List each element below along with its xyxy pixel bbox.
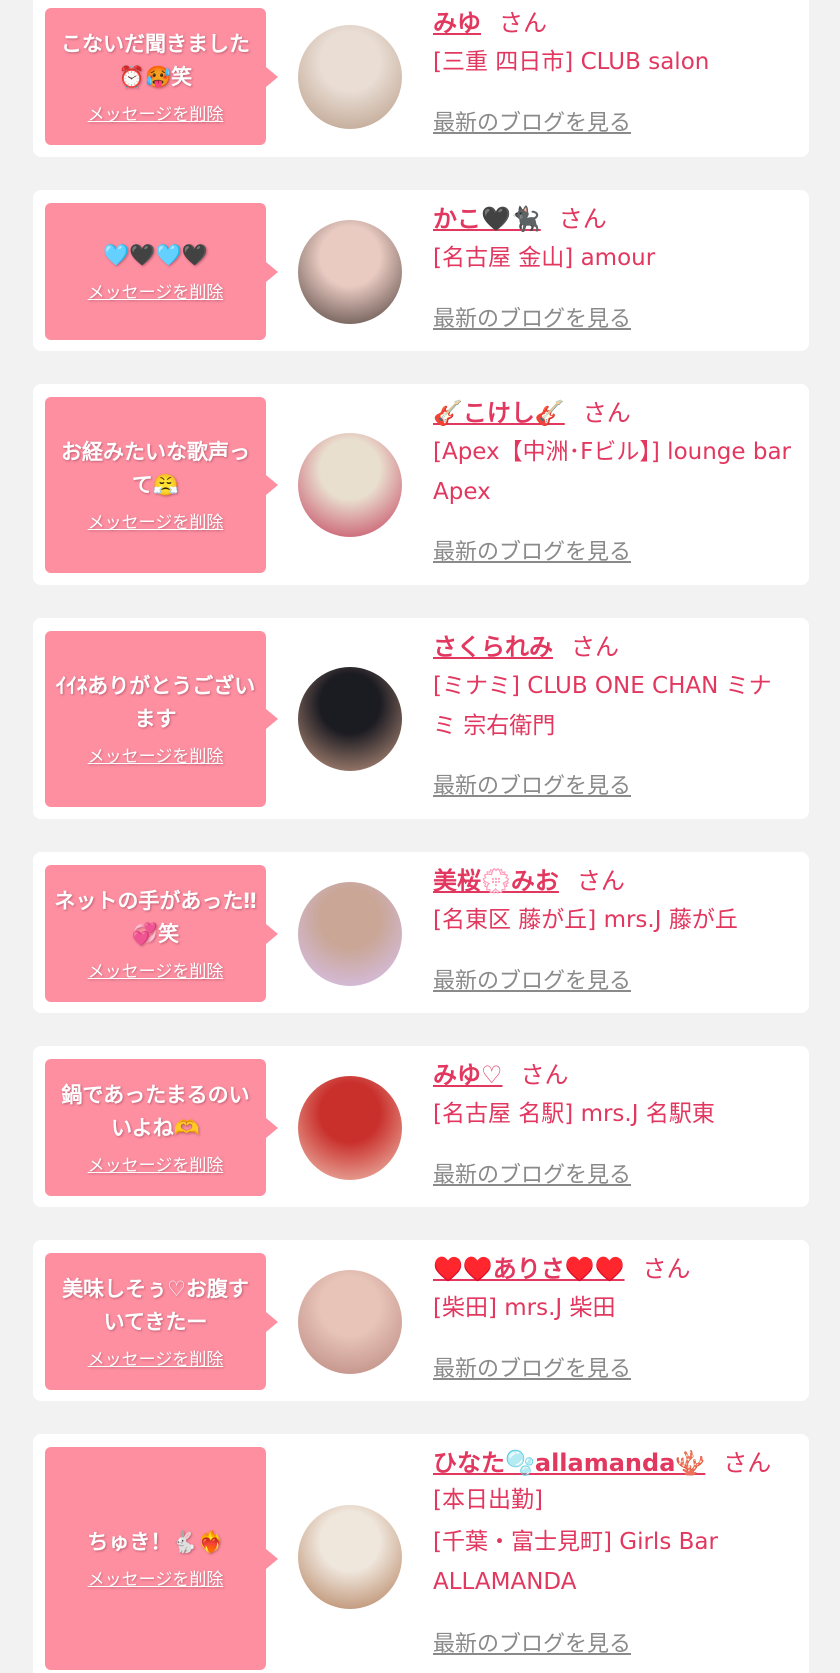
latest-blog-link[interactable]: 最新のブログを見る — [433, 968, 631, 996]
message-bubble: ちゅき！🐇❤️‍🔥 メッセージを削除 — [45, 1447, 278, 1670]
list-item: ネットの手があった‼︎💞笑 メッセージを削除 美桜💮みお さん [名東区 藤が丘]… — [33, 852, 809, 1013]
profile-info: みゆ さん [三重 四日市] CLUB salon — [433, 6, 793, 82]
avatar[interactable] — [298, 433, 402, 537]
shop-name: [ミナミ] CLUB ONE CHAN ミナミ 宗右衛門 — [433, 673, 772, 739]
honorific: さん — [499, 9, 547, 37]
message-text: 🩵🖤🩵🖤 — [103, 243, 208, 267]
shop-name: [Apex【中洲･Fビル】] lounge bar Apex — [433, 439, 792, 505]
list-item: 美味しそぅ♡お腹すいてきたー メッセージを削除 ♥️♥️ありさ♥️♥️ さん [柴… — [33, 1240, 809, 1401]
avatar[interactable] — [298, 667, 402, 771]
message-bubble: 🩵🖤🩵🖤 メッセージを削除 — [45, 203, 278, 340]
delete-message-link[interactable]: メッセージを削除 — [88, 1349, 224, 1371]
profile-info: ひなた🫧allamanda🪸 さん [本日出勤] [千葉・富士見町] Girls … — [433, 1446, 793, 1602]
shop-name: [千葉・富士見町] Girls Bar ALLAMANDA — [433, 1529, 718, 1595]
shop-name: [名古屋 金山] amour — [433, 245, 656, 271]
profile-name-link[interactable]: かこ🖤🐈‍⬛ — [433, 205, 541, 233]
avatar[interactable] — [298, 220, 402, 324]
message-text: ｲｲﾈありがとうございます — [55, 674, 256, 731]
profile-info: 美桜💮みお さん [名東区 藤が丘] mrs.J 藤が丘 — [433, 864, 793, 940]
avatar[interactable] — [298, 1270, 402, 1374]
message-text: 鍋であったまるのいいよね🫶 — [61, 1082, 250, 1140]
latest-blog-link[interactable]: 最新のブログを見る — [433, 306, 631, 334]
latest-blog-link[interactable]: 最新のブログを見る — [433, 1356, 631, 1384]
latest-blog-link[interactable]: 最新のブログを見る — [433, 773, 631, 801]
profile-name-link[interactable]: ひなた🫧allamanda🪸 — [433, 1449, 705, 1477]
delete-message-link[interactable]: メッセージを削除 — [88, 282, 224, 304]
message-text: ちゅき！🐇❤️‍🔥 — [87, 1530, 224, 1554]
delete-message-link[interactable]: メッセージを削除 — [88, 104, 224, 126]
message-bubble: 美味しそぅ♡お腹すいてきたー メッセージを削除 — [45, 1253, 278, 1390]
profile-name-link[interactable]: 🎸こけし🎸 — [433, 399, 565, 427]
profile-name-link[interactable]: ♥️♥️ありさ♥️♥️ — [433, 1255, 625, 1283]
latest-blog-link[interactable]: 最新のブログを見る — [433, 1631, 631, 1659]
delete-message-link[interactable]: メッセージを削除 — [88, 1155, 224, 1177]
latest-blog-link[interactable]: 最新のブログを見る — [433, 1162, 631, 1190]
profile-info: 🎸こけし🎸 さん [Apex【中洲･Fビル】] lounge bar Apex — [433, 396, 793, 512]
message-text: 美味しそぅ♡お腹すいてきたー — [62, 1276, 249, 1334]
latest-blog-link[interactable]: 最新のブログを見る — [433, 110, 631, 138]
message-bubble: こないだ聞きました⏰🥵笑 メッセージを削除 — [45, 8, 278, 145]
profile-name-link[interactable]: 美桜💮みお — [433, 867, 559, 895]
honorific: さん — [723, 1449, 772, 1477]
shop-name: [名古屋 名駅] mrs.J 名駅東 — [433, 1101, 715, 1127]
shop-name: [名東区 藤が丘] mrs.J 藤が丘 — [433, 907, 738, 933]
shop-name: [柴田] mrs.J 柴田 — [433, 1295, 616, 1321]
honorific: さん — [571, 633, 619, 661]
profile-name-link[interactable]: みゆ — [433, 9, 481, 37]
delete-message-link[interactable]: メッセージを削除 — [88, 961, 224, 983]
message-text: こないだ聞きました⏰🥵笑 — [61, 31, 250, 89]
profile-info: さくられみ さん [ミナミ] CLUB ONE CHAN ミナミ 宗右衛門 — [433, 630, 793, 746]
profile-info: ♥️♥️ありさ♥️♥️ さん [柴田] mrs.J 柴田 — [433, 1252, 793, 1328]
avatar[interactable] — [298, 25, 402, 129]
avatar[interactable] — [298, 882, 402, 986]
message-bubble: 鍋であったまるのいいよね🫶 メッセージを削除 — [45, 1059, 278, 1196]
honorific: さん — [520, 1061, 569, 1089]
message-text: ネットの手があった‼︎💞笑 — [54, 888, 257, 946]
work-status: [本日出勤] — [433, 1487, 543, 1513]
avatar[interactable] — [298, 1505, 402, 1609]
delete-message-link[interactable]: メッセージを削除 — [88, 512, 224, 534]
delete-message-link[interactable]: メッセージを削除 — [88, 746, 224, 768]
message-text: お経みたいな歌声って😤 — [61, 440, 250, 497]
list-item: 鍋であったまるのいいよね🫶 メッセージを削除 みゆ♡ さん [名古屋 名駅] mr… — [33, 1046, 809, 1207]
message-bubble: ネットの手があった‼︎💞笑 メッセージを削除 — [45, 865, 278, 1002]
shop-name: [三重 四日市] CLUB salon — [433, 49, 710, 75]
honorific: さん — [582, 399, 631, 427]
delete-message-link[interactable]: メッセージを削除 — [88, 1569, 224, 1591]
list-item: ちゅき！🐇❤️‍🔥 メッセージを削除 ひなた🫧allamanda🪸 さん [本日出… — [33, 1434, 809, 1673]
profile-name-link[interactable]: みゆ♡ — [433, 1061, 503, 1089]
honorific: さん — [558, 205, 607, 233]
profile-name-link[interactable]: さくられみ — [433, 633, 553, 661]
honorific: さん — [642, 1255, 691, 1283]
message-bubble: お経みたいな歌声って😤 メッセージを削除 — [45, 397, 278, 573]
avatar[interactable] — [298, 1076, 402, 1180]
honorific: さん — [576, 867, 625, 895]
message-bubble: ｲｲﾈありがとうございます メッセージを削除 — [45, 631, 278, 807]
latest-blog-link[interactable]: 最新のブログを見る — [433, 539, 631, 567]
list-item: こないだ聞きました⏰🥵笑 メッセージを削除 みゆ さん [三重 四日市] CLUB… — [33, 0, 809, 157]
list-item: 🩵🖤🩵🖤 メッセージを削除 かこ🖤🐈‍⬛ さん [名古屋 金山] amour 最新… — [33, 190, 809, 351]
profile-info: みゆ♡ さん [名古屋 名駅] mrs.J 名駅東 — [433, 1058, 793, 1134]
list-item: ｲｲﾈありがとうございます メッセージを削除 さくられみ さん [ミナミ] CLU… — [33, 618, 809, 819]
profile-info: かこ🖤🐈‍⬛ さん [名古屋 金山] amour — [433, 202, 793, 278]
list-item: お経みたいな歌声って😤 メッセージを削除 🎸こけし🎸 さん [Apex【中洲･Fビ… — [33, 384, 809, 585]
